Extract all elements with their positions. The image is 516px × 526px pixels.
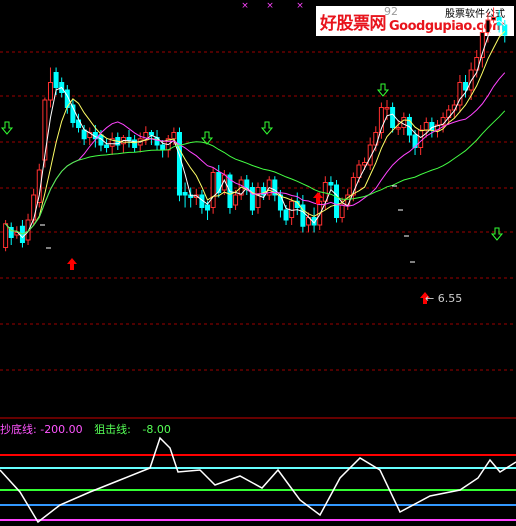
bottom-line-value: -200.00 [40, 423, 83, 436]
candle-body [160, 144, 166, 151]
top-marker-icon: × [266, 1, 274, 11]
candle-body [81, 129, 87, 140]
candle-body [339, 204, 345, 218]
candle-body [233, 194, 239, 206]
candle-body [53, 72, 59, 88]
candle-body [249, 187, 255, 211]
candle-body [283, 209, 289, 221]
candle-body [390, 107, 396, 128]
low-price-label: ← 6.55 [425, 292, 462, 305]
candle-body [148, 132, 154, 136]
candle-body [418, 129, 424, 148]
candle-body [328, 182, 334, 186]
sell-arrow-icon [490, 227, 504, 241]
candle-body [182, 192, 188, 196]
ma-magenta-line [5, 72, 506, 235]
candle-body [47, 82, 53, 101]
candle-body [104, 144, 110, 148]
snipe-line-value: -8.00 [142, 423, 171, 436]
candle-body [401, 117, 407, 128]
candle-body [384, 107, 390, 110]
ma-yellow-line [5, 30, 506, 235]
price-grid [0, 51, 516, 419]
top-marker-icon: × [241, 1, 249, 11]
candlestick-series [3, 7, 508, 252]
candle-body [502, 24, 508, 36]
candle-body [31, 194, 37, 221]
candle-body [210, 172, 216, 208]
candle-body [255, 187, 261, 208]
candle-body [485, 19, 491, 33]
candle-body [423, 122, 429, 131]
top-price-label: 92 [384, 5, 398, 18]
sell-arrow-icon [376, 83, 390, 97]
candle-body [334, 184, 340, 218]
candle-body [205, 204, 211, 211]
top-markers: × × × 92 [241, 1, 398, 18]
indicator-header: 抄底线: -200.00 狙击线: -8.00 [0, 421, 171, 437]
ma-white-line [5, 20, 506, 239]
candle-body [3, 223, 9, 248]
sell-arrow-icon [0, 121, 14, 135]
snipe-line-label: 狙击线: [94, 423, 131, 436]
buy-arrow-icon [67, 258, 77, 270]
candle-body [126, 137, 132, 141]
sell-arrow-icon [260, 121, 274, 135]
candle-body [395, 127, 401, 130]
indicator-line [0, 436, 516, 524]
moving-averages [5, 20, 506, 239]
chart-canvas[interactable]: × × × 92 [0, 0, 516, 526]
candle-body [491, 17, 497, 21]
bottom-line-label: 抄底线: [0, 423, 37, 436]
low-price-value: 6.55 [437, 292, 463, 305]
top-marker-icon: × [296, 1, 304, 11]
candle-body [171, 132, 177, 140]
indicator-panel [0, 436, 516, 524]
candle-body [42, 99, 48, 161]
candle-body [176, 132, 182, 196]
low-arrow-icon: ← [425, 292, 435, 305]
